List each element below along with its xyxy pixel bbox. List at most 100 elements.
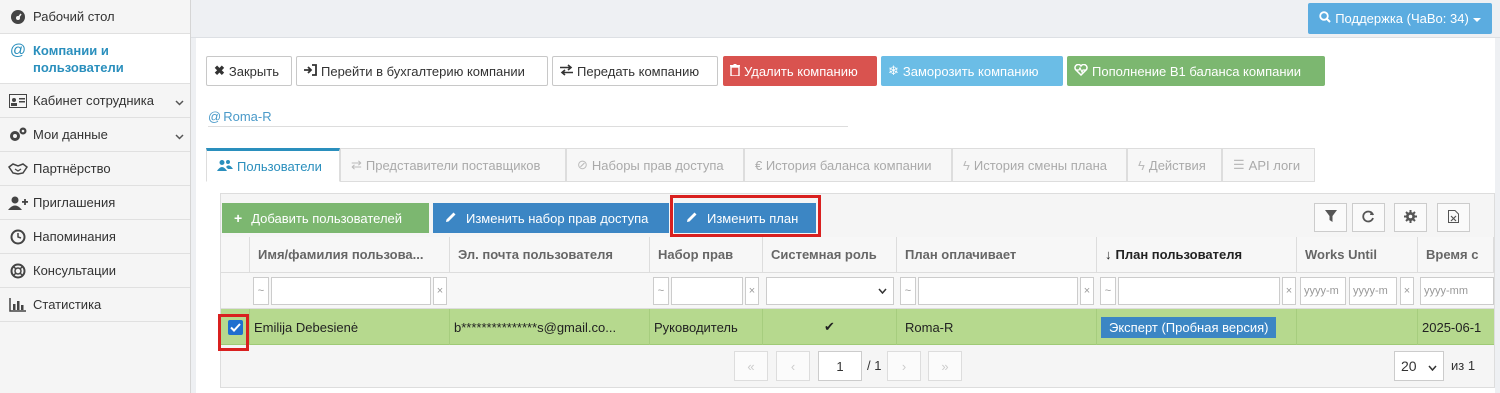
filter-clear[interactable]: × — [1400, 277, 1414, 305]
delete-company-button[interactable]: Удалить компанию — [723, 56, 877, 86]
tab-access-rights[interactable]: ⊘ Наборы прав доступа — [566, 148, 744, 182]
filter-button[interactable] — [1314, 203, 1347, 232]
topup-balance-button[interactable]: Пополнение B1 баланса компании — [1067, 56, 1325, 86]
filter-op[interactable]: ~ — [653, 277, 669, 305]
filter-clear[interactable]: × — [1282, 277, 1296, 305]
page-size-select[interactable]: 20 — [1394, 351, 1444, 381]
tab-label: История смены плана — [973, 157, 1107, 173]
sidebar-item-employee-cabinet[interactable]: Кабинет сотрудника — [0, 84, 190, 118]
header-email[interactable]: Эл. почта пользователя — [450, 237, 650, 273]
bolt-icon: ϟ — [1138, 157, 1145, 173]
export-button[interactable] — [1437, 203, 1470, 232]
cell-rights: Руководитель — [650, 309, 763, 345]
page-size-value: 20 — [1401, 358, 1417, 374]
transfer-company-button[interactable]: Передать компанию — [552, 56, 718, 86]
records-total: из 1 — [1451, 358, 1476, 373]
company-name: Roma-R — [223, 109, 272, 124]
pager-first-button[interactable]: « — [734, 351, 768, 381]
sidebar-item-consultations[interactable]: Консультации — [0, 254, 190, 288]
header-system-role[interactable]: Системная роль — [763, 237, 897, 273]
close-label: Закрыть — [228, 63, 279, 79]
header-rights[interactable]: Набор прав — [650, 237, 763, 273]
pencil-icon — [445, 211, 457, 226]
tab-users[interactable]: Пользователи — [206, 148, 340, 182]
at-icon: @ — [9, 42, 27, 59]
filter-clear[interactable]: × — [745, 277, 759, 305]
add-users-button[interactable]: + Добавить пользователей — [222, 203, 429, 233]
pager-prev-button[interactable]: ‹ — [776, 351, 810, 381]
sort-down-icon: ↓ — [1105, 247, 1112, 262]
tab-actions[interactable]: ϟ Действия — [1127, 148, 1222, 182]
pager-next-button[interactable]: › — [887, 351, 921, 381]
filter-time-from[interactable]: yyyy-mm — [1420, 277, 1494, 305]
filter-icon — [1324, 210, 1337, 225]
filter-rights-input[interactable] — [671, 277, 743, 305]
highlight-change-plan — [670, 195, 821, 237]
company-title: @ Roma-R — [208, 109, 848, 127]
filter-op[interactable]: ~ — [253, 277, 269, 305]
header-plan-payer[interactable]: План оплачивает — [897, 237, 1097, 273]
tab-supplier-representatives[interactable]: ⇄ Представители поставщиков — [340, 148, 566, 182]
header-name[interactable]: Имя/фамилия пользова... — [250, 237, 450, 273]
caret-down-icon — [1472, 11, 1481, 26]
filter-op[interactable]: ~ — [1100, 277, 1116, 305]
bolt-icon: ϟ — [963, 157, 970, 173]
sidebar-item-dashboard[interactable]: Рабочий стол — [0, 0, 190, 34]
sidebar-item-label: Приглашения — [33, 195, 116, 210]
settings-button[interactable] — [1394, 203, 1427, 232]
sidebar-item-invitations[interactable]: Приглашения — [0, 186, 190, 220]
filter-clear[interactable]: × — [433, 277, 447, 305]
tab-balance-history[interactable]: € История баланса компании — [744, 148, 952, 182]
header-time[interactable]: Время с — [1418, 237, 1494, 273]
at-icon: @ — [208, 109, 222, 124]
filter-plan-payer-input[interactable] — [918, 277, 1078, 305]
goto-accounting-label: Перейти в бухгалтерию компании — [321, 63, 525, 79]
users-grid: + Добавить пользователей Изменить набор … — [220, 193, 1495, 388]
filter-clear[interactable]: × — [1080, 277, 1094, 305]
sign-in-icon — [304, 63, 317, 79]
filter-name-input[interactable] — [271, 277, 431, 305]
sidebar-item-reminders[interactable]: Напоминания — [0, 220, 190, 254]
refresh-button[interactable] — [1352, 203, 1385, 232]
transfer-label: Передать компанию — [577, 63, 700, 79]
add-users-label: Добавить пользователей — [251, 210, 403, 226]
chevron-down-icon — [1428, 358, 1437, 374]
sidebar-item-statistics[interactable]: Статистика — [0, 288, 190, 322]
freeze-company-button[interactable]: ❄ Заморозить компанию — [881, 56, 1063, 86]
header-user-plan[interactable]: ↓ План пользователя — [1097, 237, 1297, 273]
page-number-input[interactable]: 1 — [818, 351, 862, 381]
cell-time: 2025-06-1 — [1422, 319, 1482, 335]
sidebar-item-companies[interactable]: @ Компании и пользователи — [0, 34, 190, 84]
pager-last-button[interactable]: » — [928, 351, 962, 381]
sidebar-item-label: Консультации — [33, 263, 117, 278]
cell-works-until — [1297, 309, 1418, 345]
filter-works-until-to[interactable]: yyyy-m — [1349, 277, 1397, 305]
sidebar-item-my-data[interactable]: Мои данные — [0, 118, 190, 152]
header-works-until[interactable]: Works Until — [1297, 237, 1418, 273]
cell-email: b***************s@gmail.co... — [450, 309, 650, 345]
cell-name: Emilija Debesienė — [250, 309, 450, 345]
tab-label: Представители поставщиков — [365, 157, 541, 173]
id-card-icon — [8, 93, 28, 108]
filter-works-until-from[interactable]: yyyy-m — [1300, 277, 1346, 305]
table-row[interactable]: Emilija Debesienė b***************s@gmai… — [221, 309, 1494, 345]
sidebar-item-label: Партнёрство — [33, 161, 111, 176]
topup-label: Пополнение B1 баланса компании — [1092, 63, 1302, 79]
tab-plan-history[interactable]: ϟ История смены плана — [952, 148, 1127, 182]
snowflake-icon: ❄ — [888, 63, 899, 78]
tab-bar: Пользователи ⇄ Представители поставщиков… — [206, 148, 1315, 182]
content-panel: ✖ Закрыть Перейти в бухгалтерию компании… — [196, 38, 1495, 393]
filter-op[interactable]: ~ — [900, 277, 916, 305]
cell-user-plan: Эксперт (Пробная версия) — [1097, 309, 1297, 345]
change-rights-button[interactable]: Изменить набор прав доступа — [433, 203, 669, 233]
sidebar-item-partnership[interactable]: Партнёрство — [0, 152, 190, 186]
plan-badge[interactable]: Эксперт (Пробная версия) — [1101, 316, 1277, 338]
tab-label: € История баланса компании — [755, 157, 932, 173]
support-button[interactable]: Поддержка (ЧаВо: 34) — [1308, 3, 1492, 34]
filter-user-plan-input[interactable] — [1118, 277, 1280, 305]
close-button[interactable]: ✖ Закрыть — [206, 56, 292, 86]
filter-system-role-select[interactable] — [766, 277, 894, 305]
tab-api-logs[interactable]: ☰ API логи — [1222, 148, 1315, 182]
goto-accounting-button[interactable]: Перейти в бухгалтерию компании — [296, 56, 548, 86]
chevron-down-icon — [175, 129, 184, 144]
